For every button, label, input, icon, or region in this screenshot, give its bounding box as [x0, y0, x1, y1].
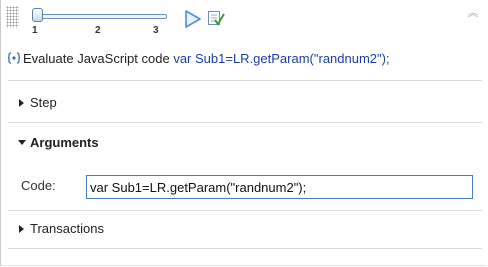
slider-tick-2: 2 [95, 25, 101, 36]
slider-tick-3: 3 [153, 25, 159, 36]
slider-handle[interactable] [32, 8, 43, 22]
divider [8, 80, 482, 81]
slider-track[interactable] [37, 14, 167, 19]
toolbar: 1 2 3 ︽ [1, 0, 488, 38]
double-chevron-up-icon[interactable]: ︽ [467, 8, 479, 24]
slider-tick-1: 1 [32, 25, 38, 36]
divider [8, 248, 482, 249]
section-arguments-label[interactable]: Arguments [30, 135, 99, 150]
section-step-label[interactable]: Step [30, 95, 57, 110]
play-icon[interactable] [184, 10, 202, 28]
javascript-step-icon [8, 52, 20, 64]
checklist-icon[interactable] [207, 9, 225, 27]
divider [8, 122, 482, 123]
collapse-down-icon[interactable] [18, 138, 26, 148]
step-panel: 1 2 3 ︽ Evaluate JavaScript code var Sub… [0, 0, 488, 266]
code-label: Code: [21, 178, 56, 193]
step-code-text: var Sub1=LR.getParam("randnum2"); [173, 51, 390, 66]
section-transactions-label[interactable]: Transactions [30, 221, 104, 236]
step-type-label: Evaluate JavaScript code [23, 51, 170, 66]
level-slider[interactable]: 1 2 3 [29, 4, 179, 36]
divider [8, 210, 482, 211]
expand-right-icon[interactable] [18, 98, 26, 108]
expand-right-icon[interactable] [18, 224, 26, 234]
drag-grip-icon[interactable] [6, 6, 19, 28]
code-input[interactable] [86, 175, 473, 199]
step-description-text: Evaluate JavaScript code var Sub1=LR.get… [23, 51, 390, 66]
